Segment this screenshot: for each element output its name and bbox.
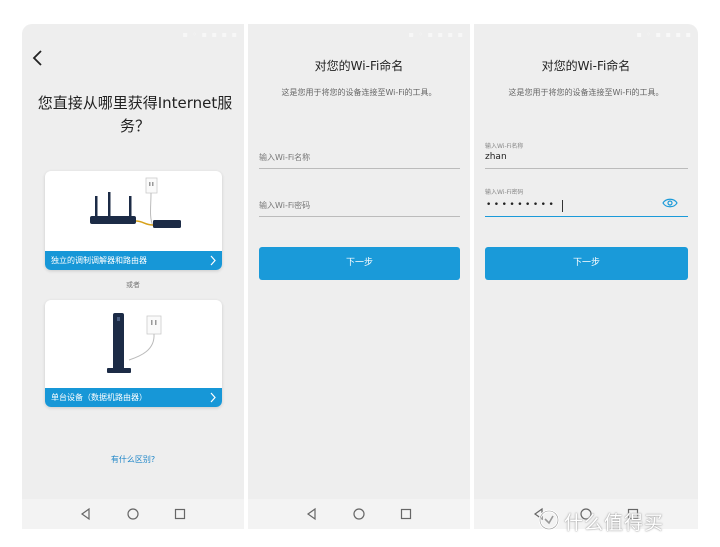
back-arrow-icon[interactable] [30, 48, 46, 68]
wifi-name-input[interactable] [485, 148, 688, 169]
whats-the-difference-link[interactable]: 有什么区别? [22, 454, 244, 465]
wifi-name-input[interactable]: 输入Wi-Fi名称 [259, 148, 460, 169]
gateway-illustration [107, 313, 162, 373]
chevron-right-icon [210, 255, 216, 266]
nav-recent-icon[interactable] [399, 507, 413, 521]
page-title: 对您的Wi-Fi命名 [314, 59, 404, 73]
watermark: 什么值得买 [538, 507, 698, 535]
watermark-text: 什么值得买 [564, 512, 665, 534]
router-modem-illustration [90, 177, 181, 228]
nav-recent-icon[interactable] [173, 507, 187, 521]
screen-wifi-name-filled: ▪ ◦ ▪ ▪ ▪ ▪ 对您的Wi-Fi命名 这是您用于将您的设备连接至Wi-F… [474, 24, 698, 529]
status-bar: ▪ ◦ ▪ ▪ ▪ ▪ [182, 30, 238, 39]
card-label: 独立的调制调解器和路由器 [45, 251, 222, 270]
nav-home-icon[interactable] [126, 507, 140, 521]
screen-wifi-name-empty: ▪ ◦ ▪ ▪ ▪ ▪ 对您的Wi-Fi命名 这是您用于将您的设备连接至Wi-F… [248, 24, 470, 529]
next-button[interactable]: 下一步 [259, 247, 460, 280]
watermark-logo-icon [538, 509, 560, 531]
page-title: 对您的Wi-Fi命名 [541, 59, 631, 73]
wifi-password-input[interactable]: 输入Wi-Fi密码 [259, 196, 460, 217]
system-nav-bar [248, 499, 470, 529]
nav-back-icon[interactable] [79, 507, 93, 521]
card-label: 单台设备（数据机路由器） [45, 388, 222, 407]
page-subtitle: 这是您用于将您的设备连接至Wi-Fi的工具。 [281, 88, 437, 97]
status-bar: ▪ ◦ ▪ ▪ ▪ ▪ [408, 30, 464, 39]
single-device-card[interactable]: 单台设备（数据机路由器） [45, 300, 222, 407]
system-nav-bar [22, 499, 244, 529]
separate-modem-router-card[interactable]: 独立的调制调解器和路由器 [45, 171, 222, 270]
status-bar: ▪ ◦ ▪ ▪ ▪ ▪ [636, 30, 692, 39]
page-subtitle: 这是您用于将您的设备连接至Wi-Fi的工具。 [508, 88, 664, 97]
screen-internet-source: ▪ ◦ ▪ ▪ ▪ ▪ 您直接从哪里获得Internet服务？ 独立的调制调解器… [22, 24, 244, 529]
nav-home-icon[interactable] [352, 507, 366, 521]
wifi-password-label: 输入Wi-Fi密码 [485, 189, 524, 196]
next-button[interactable]: 下一步 [485, 247, 688, 280]
wifi-password-input[interactable] [485, 196, 688, 217]
page-title: 您直接从哪里获得Internet服务？ [37, 94, 233, 135]
eye-icon[interactable] [662, 197, 678, 209]
chevron-right-icon [210, 392, 216, 403]
nav-back-icon[interactable] [305, 507, 319, 521]
or-text: 或者 [126, 281, 140, 289]
